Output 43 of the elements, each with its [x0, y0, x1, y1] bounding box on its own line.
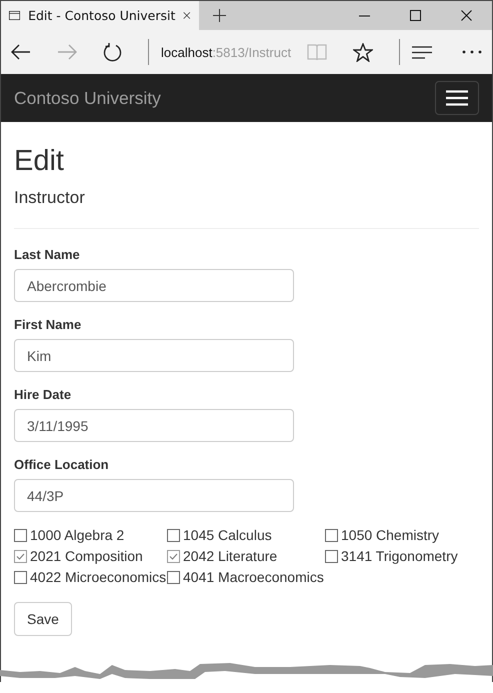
checkbox[interactable] — [14, 570, 27, 584]
checkbox[interactable] — [14, 528, 27, 542]
checkbox[interactable] — [167, 570, 180, 584]
close-icon[interactable] — [461, 10, 472, 21]
check-icon — [169, 552, 178, 560]
field-label: Hire Date — [14, 387, 72, 402]
checkbox-label: 1050 Chemistry — [341, 527, 440, 543]
checkbox[interactable] — [167, 550, 180, 562]
input-field[interactable]: Kim — [14, 339, 294, 372]
checkbox-label: 2042 Literature — [183, 548, 278, 564]
more-icon[interactable] — [462, 50, 482, 54]
page-icon — [9, 9, 20, 22]
menu-icon — [446, 90, 468, 106]
section-subheading: Instructor — [14, 188, 86, 208]
field-label: Last Name — [14, 247, 81, 262]
checkbox[interactable] — [325, 528, 338, 542]
input-field[interactable]: 44/3P — [14, 479, 294, 512]
checkbox-label: 1000 Algebra 2 — [30, 527, 124, 543]
input-field[interactable]: 3/11/1995 — [14, 409, 294, 442]
check-icon — [16, 552, 25, 560]
back-icon[interactable] — [11, 44, 31, 60]
new-tab-icon[interactable] — [213, 9, 226, 22]
checkbox-label: 1045 Calculus — [183, 527, 272, 543]
address-field[interactable]: localhost:5813/Instruct — [161, 44, 292, 60]
star-icon[interactable] — [353, 42, 374, 62]
field-label: First Name — [14, 317, 82, 332]
checkbox[interactable] — [14, 550, 27, 562]
checkbox-label: 4022 Microeconomics — [30, 569, 166, 585]
checkbox-label: 4041 Macroeconomics — [183, 569, 324, 585]
page-heading: Edit — [14, 144, 65, 178]
checkbox[interactable] — [167, 528, 180, 542]
hub-icon[interactable] — [412, 46, 432, 58]
refresh-icon[interactable] — [103, 42, 122, 62]
menu-button[interactable] — [435, 81, 479, 115]
brand-link[interactable]: Contoso University — [14, 88, 161, 108]
save-button[interactable]: Save — [14, 602, 72, 636]
input-field[interactable]: Abercrombie — [14, 269, 294, 302]
checkbox-label: 3141 Trigonometry — [341, 548, 458, 564]
field-label: Office Location — [14, 457, 110, 472]
close-icon[interactable] — [183, 10, 191, 21]
maximize-icon[interactable] — [410, 10, 421, 21]
checkbox[interactable] — [325, 550, 338, 562]
checkbox-label: 2021 Composition — [30, 548, 143, 564]
